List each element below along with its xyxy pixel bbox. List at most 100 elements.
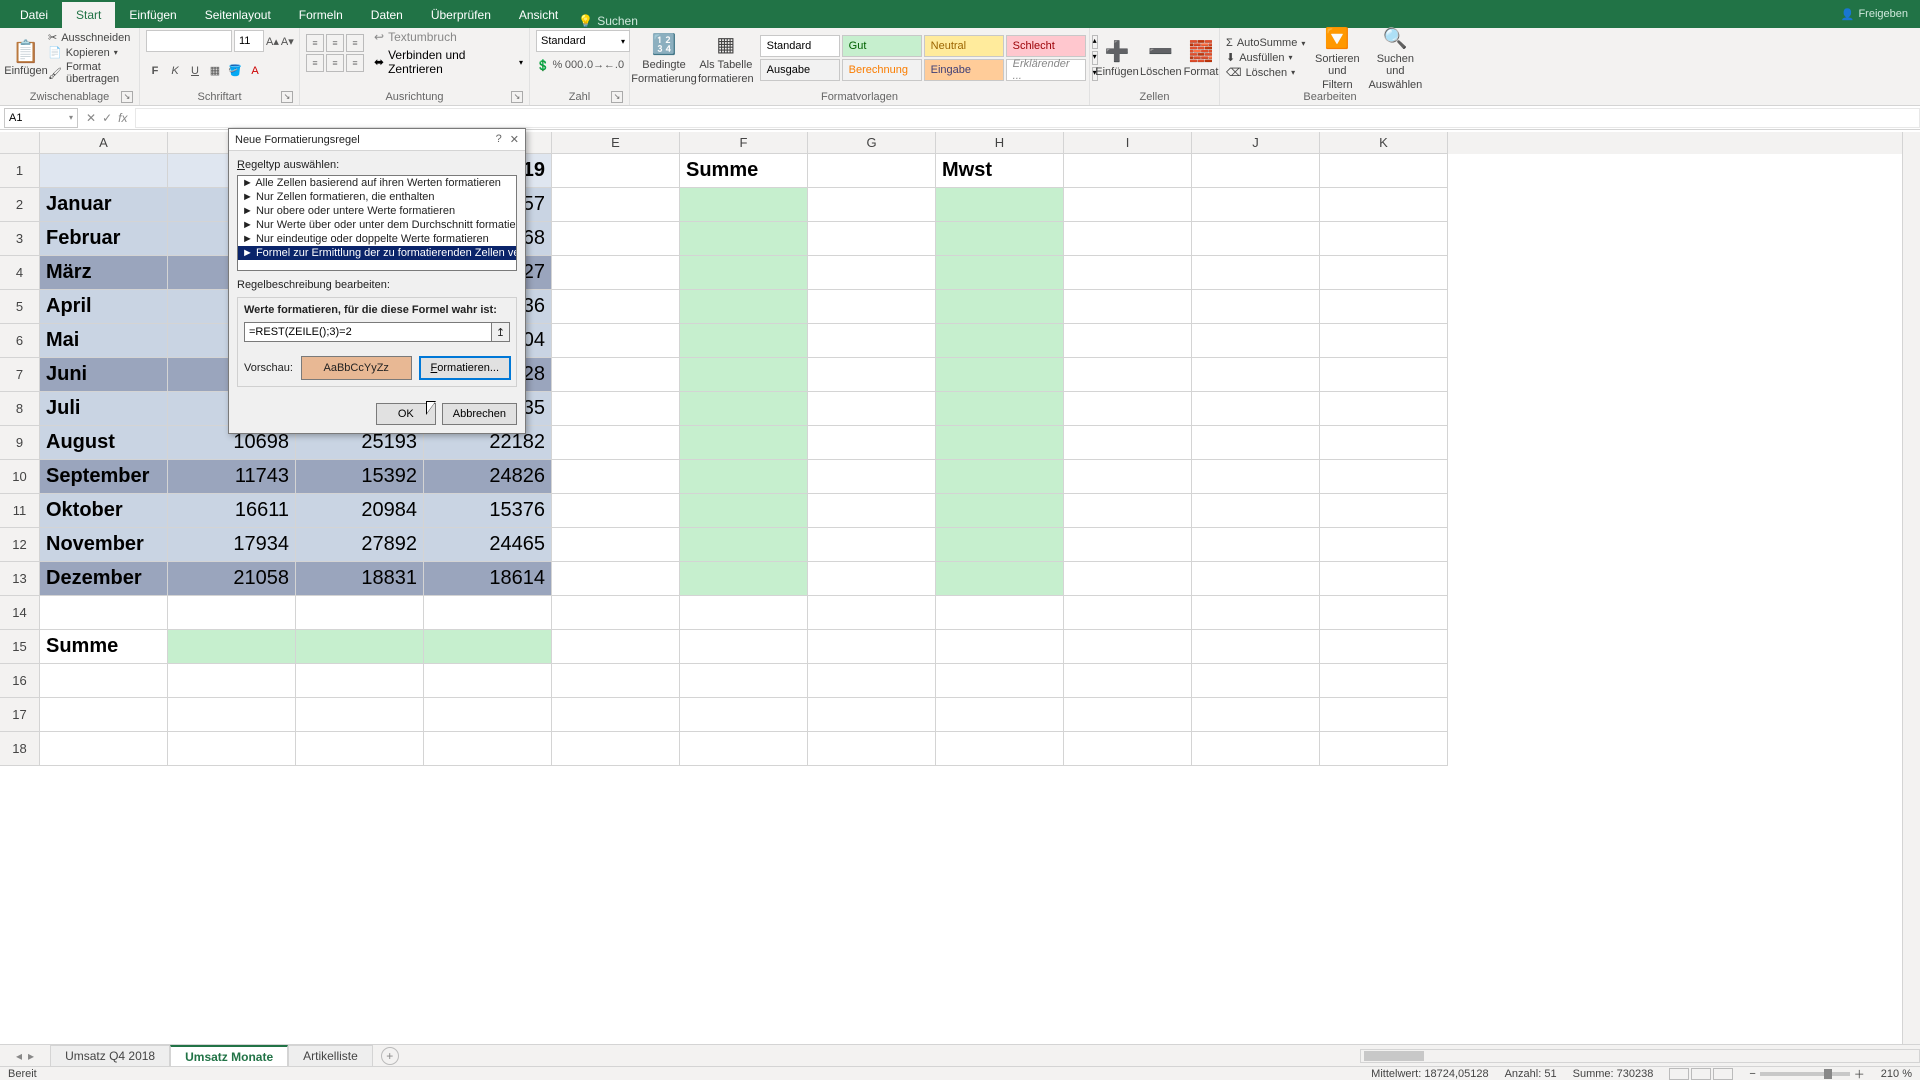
format-button[interactable]: Formatieren... [420, 357, 510, 379]
cell[interactable] [936, 426, 1064, 460]
cell[interactable] [168, 732, 296, 766]
cell[interactable] [1192, 426, 1320, 460]
cell[interactable]: Summe [680, 154, 808, 188]
font-size-combo[interactable] [234, 30, 264, 52]
style-standard[interactable]: Standard [760, 35, 840, 57]
cell[interactable] [808, 732, 936, 766]
cell[interactable] [552, 256, 680, 290]
rule-option-4[interactable]: ► Nur Werte über oder unter dem Durchsch… [238, 218, 516, 232]
percent-button[interactable]: % [552, 56, 563, 74]
cell[interactable] [936, 222, 1064, 256]
cell[interactable] [40, 664, 168, 698]
font-name-combo[interactable] [146, 30, 232, 52]
paste-button[interactable]: 📋 Einfügen [6, 30, 46, 86]
cell[interactable] [1064, 426, 1192, 460]
cell[interactable] [680, 562, 808, 596]
number-launcher[interactable]: ↘ [611, 91, 623, 103]
comma-button[interactable]: 000 [565, 56, 583, 74]
cell[interactable] [680, 256, 808, 290]
row-header[interactable]: 6 [0, 324, 40, 358]
cell[interactable] [1064, 154, 1192, 188]
cell[interactable] [40, 732, 168, 766]
format-as-table-button[interactable]: ▦Als Tabelleformatieren [698, 30, 754, 86]
cell[interactable] [936, 698, 1064, 732]
cell[interactable] [1320, 460, 1448, 494]
cell[interactable] [680, 698, 808, 732]
tab-review[interactable]: Überprüfen [417, 2, 505, 28]
cell[interactable]: Juli [40, 392, 168, 426]
cell[interactable] [1320, 528, 1448, 562]
row-header[interactable]: 2 [0, 188, 40, 222]
cell[interactable] [552, 596, 680, 630]
cell[interactable] [552, 154, 680, 188]
col-header-K[interactable]: K [1320, 132, 1448, 154]
cell[interactable] [424, 630, 552, 664]
cell[interactable] [1192, 494, 1320, 528]
cell[interactable]: April [40, 290, 168, 324]
number-format-combo[interactable]: Standard▾ [536, 30, 630, 52]
cell[interactable] [1320, 222, 1448, 256]
cell[interactable] [680, 596, 808, 630]
row-header[interactable]: 5 [0, 290, 40, 324]
rule-option-5[interactable]: ► Nur eindeutige oder doppelte Werte for… [238, 232, 516, 246]
cell[interactable] [552, 358, 680, 392]
dialog-close-button[interactable]: ✕ [510, 133, 519, 146]
row-header[interactable]: 14 [0, 596, 40, 630]
zoom-level[interactable]: 210 % [1881, 1068, 1912, 1080]
format-painter-button[interactable]: 🖌Format übertragen [48, 61, 133, 85]
view-page-break-button[interactable] [1713, 1068, 1733, 1080]
cell[interactable] [680, 528, 808, 562]
row-header[interactable]: 4 [0, 256, 40, 290]
tab-data[interactable]: Daten [357, 2, 417, 28]
cell[interactable] [1320, 698, 1448, 732]
zoom-out-button[interactable]: − [1749, 1068, 1755, 1080]
cell[interactable] [808, 494, 936, 528]
dialog-titlebar[interactable]: Neue Formatierungsregel ? ✕ [229, 129, 525, 151]
cell[interactable] [1064, 358, 1192, 392]
row-header[interactable]: 9 [0, 426, 40, 460]
cell[interactable] [552, 460, 680, 494]
cell[interactable] [1192, 562, 1320, 596]
select-all-corner[interactable] [0, 132, 40, 154]
cell[interactable] [1192, 630, 1320, 664]
cell[interactable]: 15392 [296, 460, 424, 494]
copy-button[interactable]: 📄Kopieren▾ [48, 46, 133, 59]
new-sheet-button[interactable]: + [381, 1047, 399, 1065]
insert-cells-button[interactable]: ➕Einfügen [1096, 30, 1138, 86]
fx-icon[interactable]: fx [118, 111, 127, 125]
cell[interactable]: 18614 [424, 562, 552, 596]
row-header[interactable]: 8 [0, 392, 40, 426]
rule-option-6[interactable]: ► Formel zur Ermittlung der zu formatier… [238, 246, 516, 260]
cell[interactable]: November [40, 528, 168, 562]
col-header-G[interactable]: G [808, 132, 936, 154]
find-select-button[interactable]: 🔍Suchen undAuswählen [1369, 30, 1421, 86]
sheet-nav-prev[interactable]: ◂ [16, 1049, 22, 1063]
clear-button[interactable]: ⌫Löschen▾ [1226, 66, 1305, 79]
cell[interactable] [296, 664, 424, 698]
cell[interactable] [808, 528, 936, 562]
cell[interactable] [1064, 460, 1192, 494]
cell[interactable]: Oktober [40, 494, 168, 528]
cell[interactable] [1064, 630, 1192, 664]
cell[interactable] [808, 256, 936, 290]
col-header-F[interactable]: F [680, 132, 808, 154]
cell[interactable] [1192, 324, 1320, 358]
cell[interactable] [552, 392, 680, 426]
enter-formula-icon[interactable]: ✓ [102, 111, 112, 125]
cell[interactable] [808, 596, 936, 630]
cell[interactable]: Februar [40, 222, 168, 256]
cell[interactable] [1320, 188, 1448, 222]
view-normal-button[interactable] [1669, 1068, 1689, 1080]
cut-button[interactable]: ✂Ausschneiden [48, 31, 133, 44]
sheet-tab-1[interactable]: Umsatz Q4 2018 [50, 1045, 170, 1066]
cell[interactable] [40, 596, 168, 630]
cell[interactable]: 21058 [168, 562, 296, 596]
cell[interactable] [552, 290, 680, 324]
row-header[interactable]: 1 [0, 154, 40, 188]
cell[interactable] [1064, 494, 1192, 528]
cell[interactable]: 24465 [424, 528, 552, 562]
cell-styles-gallery[interactable]: Standard Gut Neutral Schlecht Ausgabe Be… [760, 35, 1086, 81]
cell[interactable] [168, 698, 296, 732]
cell[interactable]: September [40, 460, 168, 494]
underline-button[interactable]: U [186, 62, 204, 80]
